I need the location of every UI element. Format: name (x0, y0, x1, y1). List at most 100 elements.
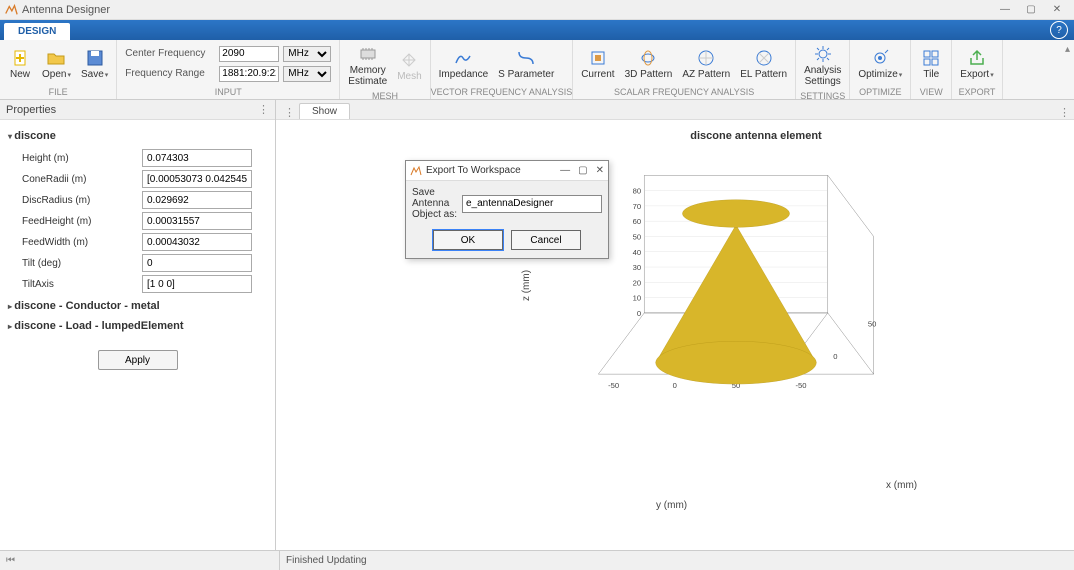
feedwidth-input[interactable] (142, 233, 252, 251)
dialog-ok-button[interactable]: OK (433, 230, 503, 250)
save-icon (85, 48, 105, 68)
ribbon-tabstrip: DESIGN ? (0, 20, 1074, 40)
impedance-icon (453, 48, 473, 68)
el-pattern-button[interactable]: EL Pattern (736, 46, 791, 82)
help-button[interactable]: ? (1050, 21, 1068, 39)
group-input: Center Frequency MHz Frequency Range MHz… (117, 40, 340, 99)
window-title: Antenna Designer (22, 4, 992, 16)
statusbar-left-icon[interactable]: ⏮ (6, 555, 15, 566)
prop-label: FeedWidth (m) (22, 237, 142, 248)
el-icon (754, 48, 774, 68)
optimize-button[interactable]: Optimize (854, 46, 906, 82)
discradius-input[interactable] (142, 191, 252, 209)
view-menu-icon[interactable]: ⋮ (280, 106, 299, 119)
antenna-geometry (656, 200, 817, 384)
export-icon (967, 48, 987, 68)
svg-text:0: 0 (637, 309, 641, 318)
prop-row: Height (m) (22, 149, 267, 167)
dialog-cancel-button[interactable]: Cancel (511, 230, 581, 250)
apply-button[interactable]: Apply (98, 350, 178, 370)
pattern3d-icon (638, 48, 658, 68)
zlabel: z (mm) (521, 270, 532, 301)
statusbar: ⏮ Finished Updating (0, 550, 1074, 570)
prop-row: FeedWidth (m) (22, 233, 267, 251)
group-label-file: FILE (0, 87, 116, 99)
group-file: New Open Save FILE (0, 40, 117, 99)
svg-text:30: 30 (633, 263, 641, 272)
mesh-button[interactable]: Mesh (393, 48, 425, 84)
svg-text:80: 80 (633, 187, 641, 196)
dialog-name-input[interactable] (462, 195, 602, 213)
freq-range-input[interactable] (219, 66, 279, 82)
minimize-button[interactable]: — (992, 1, 1018, 19)
analysis-settings-button[interactable]: Analysis Settings (800, 42, 845, 89)
section-load[interactable]: discone - Load - lumpedElement (8, 316, 267, 336)
gear-icon (813, 44, 833, 64)
dialog-minimize-icon[interactable]: — (560, 165, 570, 176)
matlab-logo-icon (410, 165, 422, 177)
export-button[interactable]: Export (956, 46, 997, 82)
properties-header: Properties ⋮ (0, 100, 275, 120)
svg-text:-50: -50 (608, 381, 619, 390)
height-input[interactable] (142, 149, 252, 167)
view-tabs: ⋮ Show ⋮ (276, 100, 1074, 120)
prop-row: DiscRadius (m) (22, 191, 267, 209)
prop-label: Height (m) (22, 153, 142, 164)
memory-estimate-button[interactable]: Memory Estimate (344, 42, 391, 89)
mesh-icon (399, 50, 419, 70)
group-optimize: Optimize OPTIMIZE (850, 40, 911, 99)
feedheight-input[interactable] (142, 212, 252, 230)
new-button[interactable]: New (4, 46, 36, 82)
prop-label: FeedHeight (m) (22, 216, 142, 227)
impedance-button[interactable]: Impedance (435, 46, 492, 82)
group-sfa: Current 3D Pattern AZ Pattern EL Pattern… (573, 40, 796, 99)
svg-text:0: 0 (833, 352, 837, 361)
maximize-button[interactable]: ▢ (1018, 1, 1044, 19)
tab-show[interactable]: Show (299, 103, 350, 119)
close-button[interactable]: ✕ (1044, 1, 1070, 19)
svg-text:50: 50 (633, 233, 641, 242)
coneradii-input[interactable] (142, 170, 252, 188)
tiltaxis-input[interactable] (142, 275, 252, 293)
freq-range-unit[interactable]: MHz (283, 66, 331, 82)
group-label-optimize: OPTIMIZE (850, 87, 910, 99)
center-freq-unit[interactable]: MHz (283, 46, 331, 62)
tile-button[interactable]: Tile (915, 46, 947, 82)
dialog-title: Export To Workspace (426, 165, 521, 176)
svg-text:20: 20 (633, 278, 641, 287)
freq-range-label: Frequency Range (125, 68, 215, 79)
prop-row: Tilt (deg) (22, 254, 267, 272)
svg-text:10: 10 (633, 294, 641, 303)
view-options-icon[interactable]: ⋮ (1055, 106, 1074, 119)
center-freq-input[interactable] (219, 46, 279, 62)
section-discone[interactable]: discone (8, 126, 267, 146)
dialog-maximize-icon[interactable]: ▢ (578, 165, 587, 176)
current-button[interactable]: Current (577, 46, 618, 82)
optimize-icon (870, 48, 890, 68)
svg-text:40: 40 (633, 248, 641, 257)
save-button[interactable]: Save (77, 46, 112, 82)
pattern3d-button[interactable]: 3D Pattern (621, 46, 677, 82)
az-pattern-button[interactable]: AZ Pattern (678, 46, 734, 82)
properties-menu-icon[interactable]: ⋮ (258, 103, 269, 116)
tab-design[interactable]: DESIGN (4, 23, 70, 40)
group-label-sfa: SCALAR FREQUENCY ANALYSIS (573, 87, 795, 99)
tilt-input[interactable] (142, 254, 252, 272)
sparam-button[interactable]: S Parameter (494, 46, 558, 82)
collapse-ribbon-icon[interactable]: ▴ (1065, 44, 1070, 55)
group-label-vfa: VECTOR FREQUENCY ANALYSIS (431, 87, 573, 99)
group-label-input: INPUT (117, 87, 339, 99)
open-button[interactable]: Open (38, 46, 75, 82)
svg-text:60: 60 (633, 217, 641, 226)
section-conductor[interactable]: discone - Conductor - metal (8, 296, 267, 316)
dialog-close-icon[interactable]: ✕ (596, 165, 604, 176)
prop-row: TiltAxis (22, 275, 267, 293)
view-panel: ⋮ Show ⋮ discone antenna element (276, 100, 1074, 550)
memory-icon (358, 44, 378, 64)
status-text: Finished Updating (280, 555, 367, 566)
prop-row: ConeRadii (m) (22, 170, 267, 188)
prop-label: ConeRadii (m) (22, 174, 142, 185)
axes-3d: 0 10 20 30 40 50 60 70 80 -50 (576, 160, 896, 420)
group-settings: Analysis Settings SETTINGS (796, 40, 850, 99)
prop-row: FeedHeight (m) (22, 212, 267, 230)
